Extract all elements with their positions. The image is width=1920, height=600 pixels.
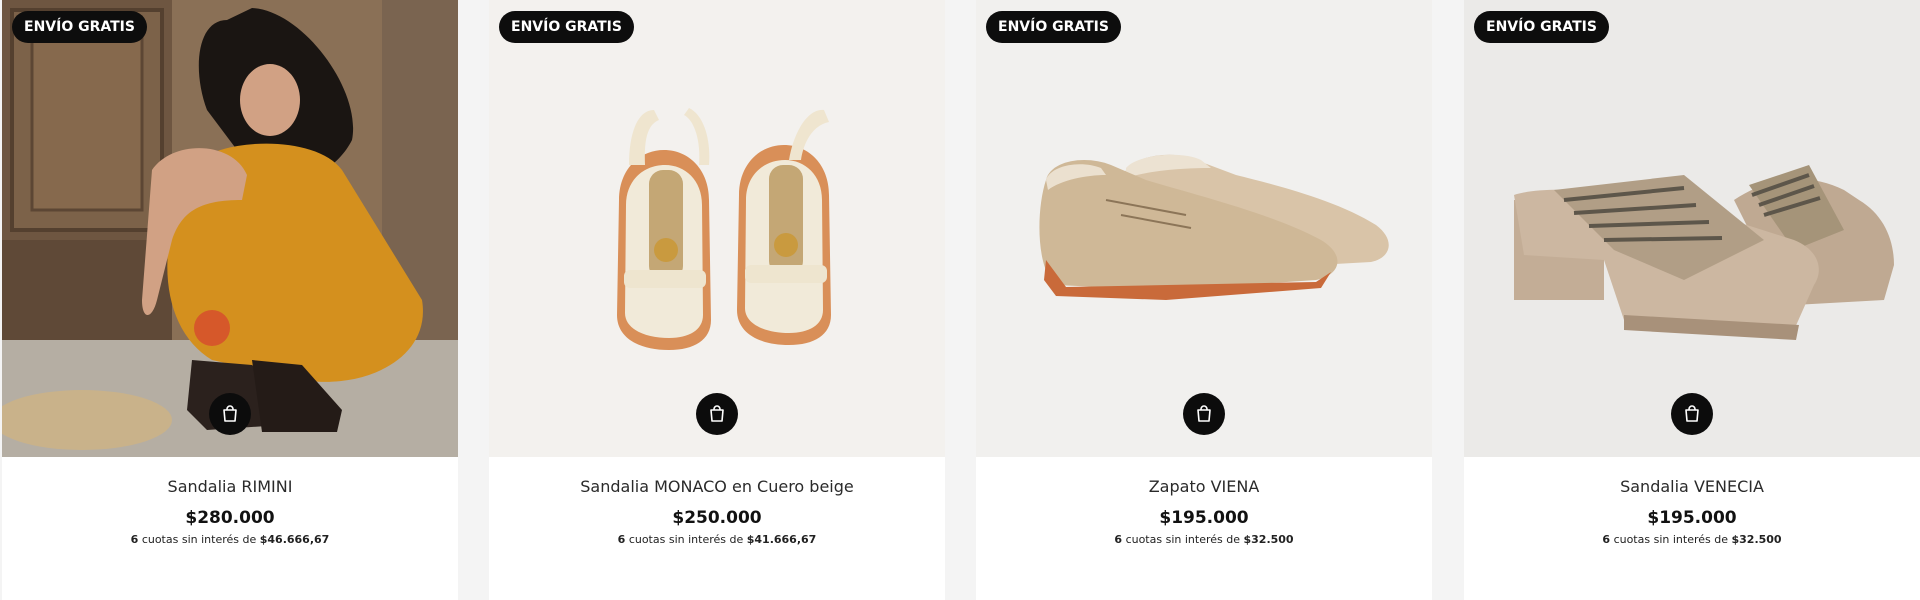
shopping-bag-icon <box>223 405 237 422</box>
product-info: Sandalia VENECIA $195.000 6 cuotas sin i… <box>1464 457 1920 547</box>
installments-text: 6 cuotas sin interés de $46.666,67 <box>2 533 458 547</box>
product-image[interactable]: ENVÍO GRATIS <box>489 0 945 457</box>
installments-text: 6 cuotas sin interés de $32.500 <box>976 533 1432 547</box>
add-to-cart-button[interactable] <box>696 393 738 435</box>
installments-amount: $32.500 <box>1731 533 1782 546</box>
product-image[interactable]: ENVÍO GRATIS <box>976 0 1432 457</box>
product-name[interactable]: Sandalia RIMINI <box>2 477 458 497</box>
product-name[interactable]: Sandalia VENECIA <box>1464 477 1920 497</box>
product-card[interactable]: ENVÍO GRATIS Zapato VIENA $195.000 6 cuo… <box>976 0 1432 600</box>
free-shipping-badge: ENVÍO GRATIS <box>986 11 1121 43</box>
installments-amount: $32.500 <box>1243 533 1294 546</box>
product-price: $250.000 <box>672 508 762 528</box>
free-shipping-badge: ENVÍO GRATIS <box>1474 11 1609 43</box>
product-card[interactable]: ENVÍO GRATIS Sandalia MONACO en Cuero be… <box>489 0 945 600</box>
add-to-cart-button[interactable] <box>209 393 251 435</box>
add-to-cart-button[interactable] <box>1671 393 1713 435</box>
installments-text: 6 cuotas sin interés de $41.666,67 <box>489 533 945 547</box>
product-price: $280.000 <box>185 508 275 528</box>
installments-label: cuotas sin interés de <box>1125 533 1240 546</box>
installments-count: 6 <box>130 533 139 546</box>
shopping-bag-icon <box>1197 405 1211 422</box>
product-info: Sandalia RIMINI $280.000 6 cuotas sin in… <box>2 457 458 547</box>
oxford-shoes-photo <box>976 0 1432 457</box>
shopping-bag-icon <box>1685 405 1699 422</box>
product-card[interactable]: ENVÍO GRATIS Sandalia VENECIA $195.000 6… <box>1464 0 1920 600</box>
free-shipping-badge: ENVÍO GRATIS <box>12 11 147 43</box>
product-price: $195.000 <box>1647 508 1737 528</box>
block-heel-sandals-photo <box>1464 0 1920 457</box>
shopping-bag-icon <box>710 405 724 422</box>
product-info: Sandalia MONACO en Cuero beige $250.000 … <box>489 457 945 547</box>
installments-count: 6 <box>1602 533 1611 546</box>
installments-count: 6 <box>617 533 626 546</box>
installments-amount: $41.666,67 <box>746 533 817 546</box>
product-image[interactable]: ENVÍO GRATIS <box>2 0 458 457</box>
free-shipping-badge: ENVÍO GRATIS <box>499 11 634 43</box>
sandals-photo <box>489 0 945 457</box>
product-image[interactable]: ENVÍO GRATIS <box>1464 0 1920 457</box>
installments-amount: $46.666,67 <box>259 533 330 546</box>
product-name[interactable]: Sandalia MONACO en Cuero beige <box>489 477 945 497</box>
woman-sandals-photo <box>2 0 458 457</box>
installments-label: cuotas sin interés de <box>628 533 744 546</box>
installments-text: 6 cuotas sin interés de $32.500 <box>1464 533 1920 547</box>
product-card[interactable]: ENVÍO GRATIS Sandalia RIMINI $280.000 6 … <box>2 0 458 600</box>
product-grid: ENVÍO GRATIS Sandalia RIMINI $280.000 6 … <box>0 0 1920 600</box>
product-name[interactable]: Zapato VIENA <box>976 477 1432 497</box>
installments-label: cuotas sin interés de <box>141 533 257 546</box>
installments-count: 6 <box>1114 533 1123 546</box>
product-info: Zapato VIENA $195.000 6 cuotas sin inter… <box>976 457 1432 547</box>
installments-label: cuotas sin interés de <box>1613 533 1728 546</box>
add-to-cart-button[interactable] <box>1183 393 1225 435</box>
product-price: $195.000 <box>1159 508 1249 528</box>
